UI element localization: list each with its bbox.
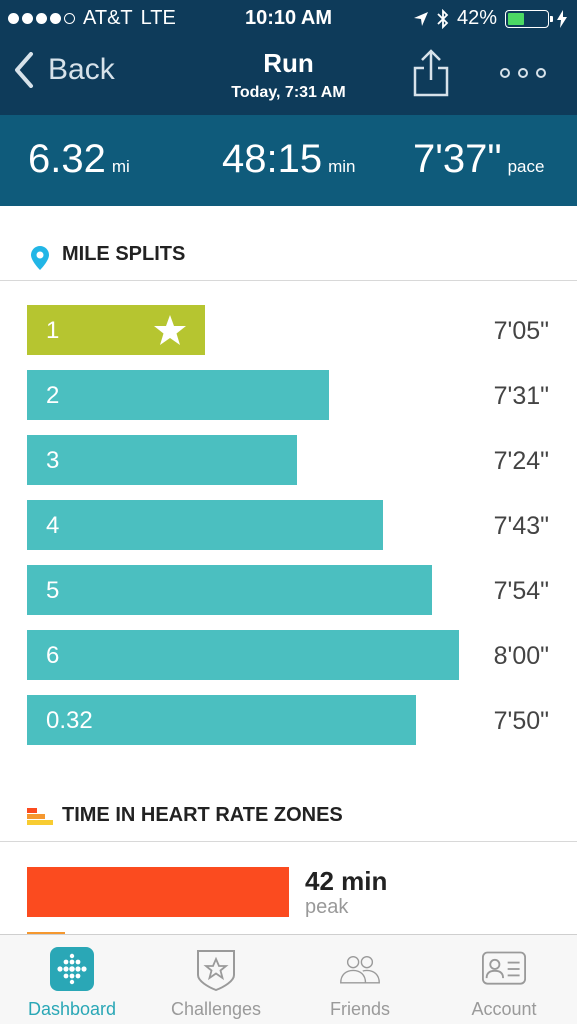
duration-unit: min: [328, 157, 356, 176]
split-bar: 2: [27, 370, 329, 420]
location-arrow-icon: [413, 11, 428, 26]
split-mile-label: 0.32: [46, 707, 93, 734]
split-bar: 4: [27, 500, 383, 550]
tab-challenges[interactable]: Challenges: [144, 935, 288, 1024]
location-pin-icon: [31, 246, 49, 270]
duration-stat: 48:15 min: [222, 137, 356, 182]
more-options-icon[interactable]: [500, 68, 546, 78]
mile-splits-title: MILE SPLITS: [62, 243, 186, 265]
status-bar: AT&T LTE 10:10 AM 42%: [0, 0, 577, 38]
friends-icon: [340, 955, 380, 984]
split-bar: 6: [27, 630, 459, 680]
account-icon: [482, 951, 526, 985]
split-mile-label: 5: [46, 577, 60, 604]
split-row: 0.32 7'50": [0, 695, 577, 745]
battery-icon: [505, 9, 553, 28]
split-row: 4 7'43": [0, 500, 577, 550]
split-bar: 3: [27, 435, 297, 485]
pace-value: 7'37": [413, 137, 502, 181]
split-time: 8'00": [493, 642, 549, 670]
split-row: 6 8'00": [0, 630, 577, 680]
tab-bar: Dashboard Challenges Friends Account: [0, 934, 577, 1024]
split-row: 5 7'54": [0, 565, 577, 615]
split-time: 7'24": [493, 447, 549, 475]
split-mile-label: 6: [46, 642, 60, 669]
heart-rate-title: TIME IN HEART RATE ZONES: [62, 804, 343, 826]
star-icon: [154, 315, 186, 345]
app-header: AT&T LTE 10:10 AM 42% Back Run Today, 7:…: [0, 0, 577, 115]
charging-bolt-icon: [557, 9, 567, 28]
split-time: 7'05": [493, 317, 549, 345]
split-time: 7'54": [493, 577, 549, 605]
peak-zone-label: peak: [305, 896, 349, 918]
tab-challenges-label: Challenges: [170, 999, 262, 1019]
page-title: Run: [263, 48, 314, 78]
tab-friends-label: Friends: [329, 999, 391, 1019]
battery-percent: 42%: [456, 7, 497, 29]
split-time: 7'50": [493, 707, 549, 735]
split-mile-label: 3: [46, 447, 60, 474]
tab-account[interactable]: Account: [432, 935, 576, 1024]
tab-dashboard-label: Dashboard: [27, 999, 117, 1019]
tab-friends[interactable]: Friends: [288, 935, 432, 1024]
tab-account-label: Account: [471, 999, 537, 1019]
peak-zone-value: 42 min: [305, 866, 388, 896]
peak-zone-bar: [27, 867, 289, 917]
page-subtitle: Today, 7:31 AM: [231, 84, 346, 101]
split-time: 7'43": [493, 512, 549, 540]
bluetooth-icon: [437, 8, 449, 29]
heart-rate-header: TIME IN HEART RATE ZONES: [0, 790, 577, 842]
dashboard-icon: [50, 947, 94, 991]
split-bar: 5: [27, 565, 432, 615]
distance-value: 6.32: [28, 137, 106, 181]
nav-bar: Back Run Today, 7:31 AM: [0, 38, 577, 115]
split-row: 2 7'31": [0, 370, 577, 420]
split-mile-label: 1: [46, 317, 60, 344]
heart-rate-zone-row: 42 min peak: [0, 866, 577, 926]
pace-unit: pace: [507, 157, 545, 176]
distance-unit: mi: [111, 157, 130, 176]
best-split-bar: 1: [27, 305, 205, 355]
distance-stat: 6.32 mi: [28, 137, 130, 182]
split-mile-label: 2: [46, 382, 60, 409]
mile-splits-header: MILE SPLITS: [0, 229, 577, 281]
split-mile-label: 4: [46, 512, 60, 539]
run-summary: 6.32 mi 48:15 min 7'37" pace: [0, 115, 577, 206]
heart-rate-zones-icon: [27, 808, 53, 825]
duration-value: 48:15: [222, 137, 323, 181]
split-time: 7'31": [493, 382, 549, 410]
challenges-icon: [197, 950, 235, 991]
share-icon[interactable]: [412, 48, 450, 98]
split-row: 1 7'05": [0, 305, 577, 355]
pace-stat: 7'37" pace: [413, 137, 544, 182]
tab-dashboard[interactable]: Dashboard: [0, 935, 144, 1024]
split-row: 3 7'24": [0, 435, 577, 485]
split-bar: 0.32: [27, 695, 416, 745]
